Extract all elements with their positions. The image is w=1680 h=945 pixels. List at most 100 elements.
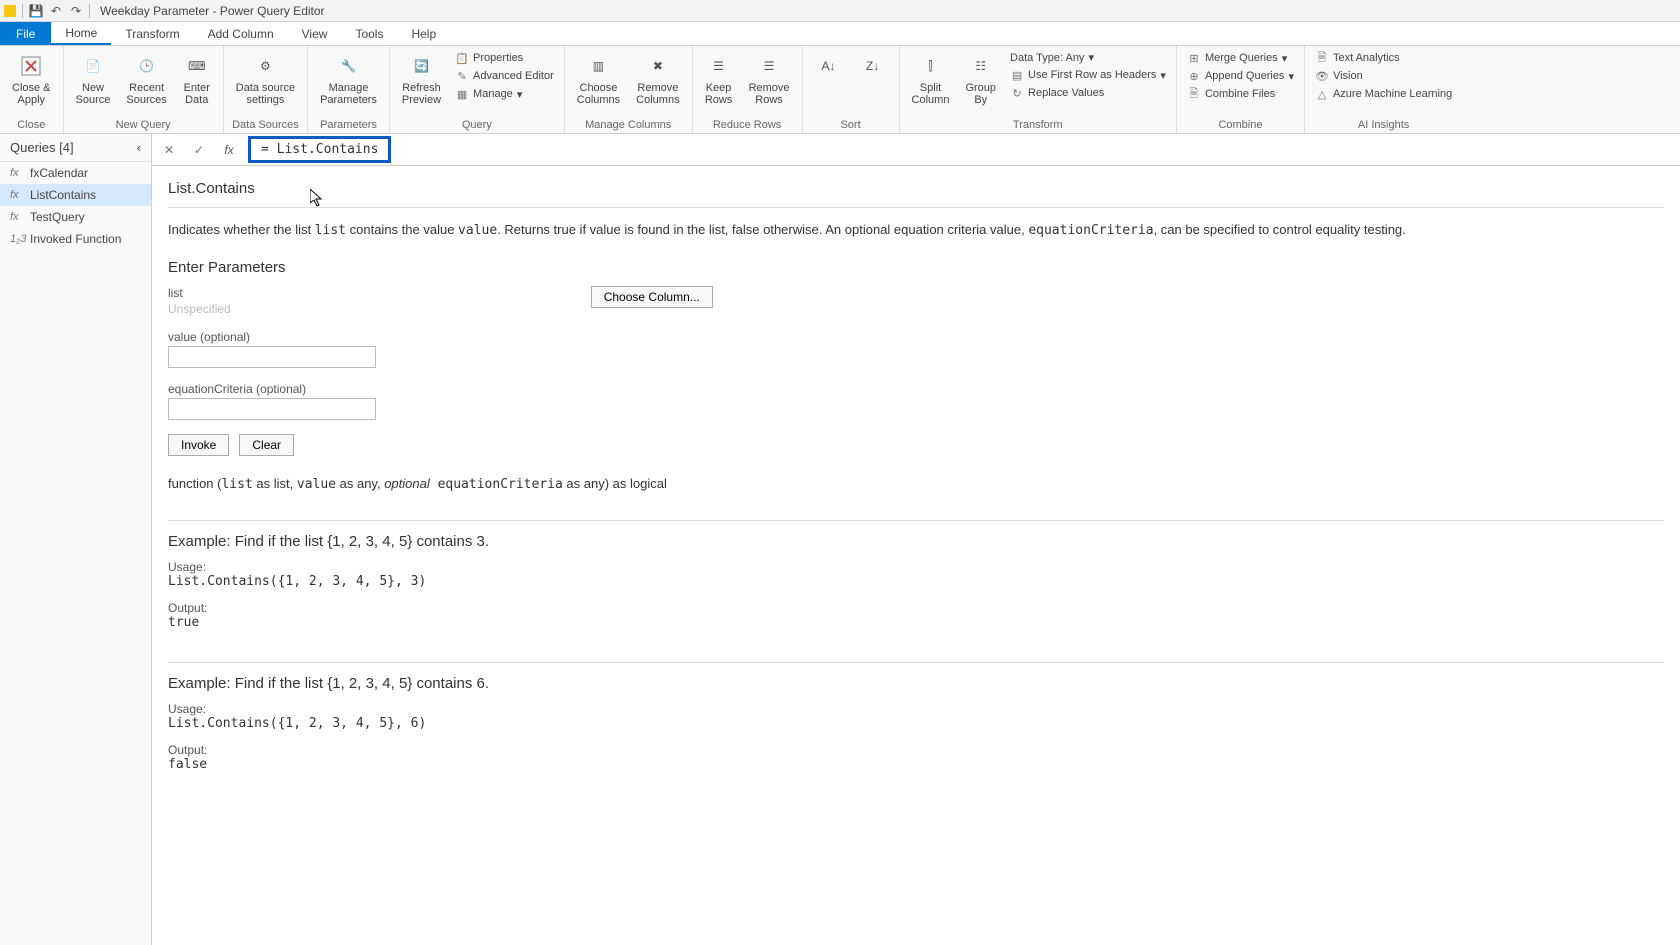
remove-rows-icon: ☰ (755, 52, 783, 80)
param-list-unspecified: Unspecified (168, 302, 231, 316)
properties-icon: 📋 (455, 51, 469, 65)
menu-file[interactable]: File (0, 22, 51, 45)
queries-pane: Queries [4] ‹ fxfxCalendar fxListContain… (0, 134, 152, 945)
ribbon-group-combine: ⊞Merge Queries ▾ ⊕Append Queries ▾ 🗎Comb… (1177, 46, 1305, 133)
param-value-input[interactable] (168, 346, 376, 368)
vision-button[interactable]: 👁Vision (1311, 68, 1456, 84)
save-icon[interactable]: 💾 (29, 4, 43, 18)
queries-header: Queries [4] ‹ (0, 134, 151, 162)
properties-button[interactable]: 📋Properties (451, 50, 558, 66)
function-name: List.Contains (168, 180, 1664, 197)
replace-values-button[interactable]: ↻Replace Values (1006, 85, 1170, 101)
remove-columns-icon: ✖ (644, 52, 672, 80)
example-1-output: true (168, 615, 1664, 630)
menu-tools[interactable]: Tools (341, 22, 397, 45)
collapse-icon[interactable]: ‹ (137, 140, 141, 155)
param-list-label: list (168, 286, 231, 300)
clear-button[interactable]: Clear (239, 434, 294, 456)
param-equation-criteria-input[interactable] (168, 398, 376, 420)
query-item-invoked-function[interactable]: 1₂3Invoked Function (0, 228, 151, 250)
example-2-output: false (168, 757, 1664, 772)
formula-accept-icon[interactable]: ✓ (188, 139, 210, 161)
fx-icon[interactable]: fx (218, 139, 240, 161)
ribbon-group-manage-columns: ▥Choose Columns ✖Remove Columns Manage C… (565, 46, 693, 133)
recent-sources-icon: 🕒 (133, 52, 161, 80)
function-icon: fx (10, 189, 24, 201)
combine-files-button[interactable]: 🗎Combine Files (1183, 86, 1298, 102)
undo-icon[interactable]: ↶ (49, 4, 63, 18)
formula-input[interactable]: = List.Contains (248, 136, 391, 163)
menu-add-column[interactable]: Add Column (194, 22, 288, 45)
formula-cancel-icon[interactable]: ✕ (158, 139, 180, 161)
invoke-button[interactable]: Invoke (168, 434, 229, 456)
text-analytics-button[interactable]: 🗎Text Analytics (1311, 50, 1456, 66)
aml-icon: △ (1315, 87, 1329, 101)
titlebar: 💾 ↶ ↷ Weekday Parameter - Power Query Ed… (0, 0, 1680, 22)
refresh-preview-button[interactable]: 🔄Refresh Preview (396, 50, 447, 108)
group-by-icon: ☷ (967, 52, 995, 80)
ribbon-group-query: 🔄Refresh Preview 📋Properties ✎Advanced E… (390, 46, 565, 133)
replace-icon: ↻ (1010, 86, 1024, 100)
function-description: Indicates whether the list list contains… (168, 220, 1664, 241)
menu-help[interactable]: Help (397, 22, 450, 45)
choose-column-button[interactable]: Choose Column... (591, 286, 713, 308)
ribbon-group-reduce-rows: ☰Keep Rows ☰Remove Rows Reduce Rows (693, 46, 803, 133)
example-2-code: List.Contains({1, 2, 3, 4, 5}, 6) (168, 716, 1664, 731)
sort-desc-button[interactable]: Z↓ (853, 50, 893, 82)
close-apply-button[interactable]: Close & Apply (6, 50, 57, 108)
remove-columns-button[interactable]: ✖Remove Columns (630, 50, 685, 108)
ribbon-group-close: Close & Apply Close (0, 46, 64, 133)
keep-rows-button[interactable]: ☰Keep Rows (699, 50, 739, 108)
sort-asc-icon: A↓ (815, 52, 843, 80)
app-icon (4, 5, 16, 17)
enter-data-icon: ⌨ (183, 52, 211, 80)
new-source-icon: 📄 (79, 52, 107, 80)
first-row-headers-button[interactable]: ▤Use First Row as Headers ▾ (1006, 67, 1170, 83)
choose-columns-button[interactable]: ▥Choose Columns (571, 50, 626, 108)
formula-bar: ✕ ✓ fx = List.Contains (152, 134, 1680, 166)
redo-icon[interactable]: ↷ (69, 4, 83, 18)
merge-queries-button[interactable]: ⊞Merge Queries ▾ (1183, 50, 1298, 66)
gear-icon: ⚙ (251, 52, 279, 80)
query-item-listcontains[interactable]: fxListContains (0, 184, 151, 206)
param-value-label: value (optional) (168, 330, 1664, 344)
choose-columns-icon: ▥ (584, 52, 612, 80)
sort-asc-button[interactable]: A↓ (809, 50, 849, 82)
menu-transform[interactable]: Transform (111, 22, 193, 45)
ribbon-group-parameters: 🔧Manage Parameters Parameters (308, 46, 390, 133)
example-2: Example: Find if the list {1, 2, 3, 4, 5… (168, 675, 1664, 772)
number-icon: 1₂3 (10, 233, 24, 245)
aml-button[interactable]: △Azure Machine Learning (1311, 86, 1456, 102)
group-by-button[interactable]: ☷Group By (959, 50, 1002, 108)
ribbon-group-sort: A↓ Z↓ Sort (803, 46, 900, 133)
split-column-button[interactable]: ⫿Split Column (906, 50, 956, 108)
example-1: Example: Find if the list {1, 2, 3, 4, 5… (168, 533, 1664, 630)
append-queries-button[interactable]: ⊕Append Queries ▾ (1183, 68, 1298, 84)
menu-home[interactable]: Home (51, 22, 111, 45)
ribbon-group-transform: ⫿Split Column ☷Group By Data Type: Any ▾… (900, 46, 1177, 133)
data-source-settings-button[interactable]: ⚙Data source settings (230, 50, 301, 108)
merge-icon: ⊞ (1187, 51, 1201, 65)
data-type-button[interactable]: Data Type: Any ▾ (1006, 50, 1170, 65)
recent-sources-button[interactable]: 🕒Recent Sources (120, 50, 172, 108)
ribbon: Close & Apply Close 📄New Source 🕒Recent … (0, 46, 1680, 134)
query-item-testquery[interactable]: fxTestQuery (0, 206, 151, 228)
refresh-icon: 🔄 (407, 52, 435, 80)
function-icon: fx (10, 167, 24, 179)
function-icon: fx (10, 211, 24, 223)
manage-icon: ▦ (455, 87, 469, 101)
ribbon-group-data-sources: ⚙Data source settings Data Sources (224, 46, 308, 133)
ribbon-group-new-query: 📄New Source 🕒Recent Sources ⌨Enter Data … (64, 46, 224, 133)
remove-rows-button[interactable]: ☰Remove Rows (743, 50, 796, 108)
menu-view[interactable]: View (288, 22, 342, 45)
example-1-heading: Example: Find if the list {1, 2, 3, 4, 5… (168, 533, 1664, 550)
menubar: File Home Transform Add Column View Tool… (0, 22, 1680, 46)
function-signature: function (list as list, value as any, op… (168, 476, 1664, 492)
manage-parameters-button[interactable]: 🔧Manage Parameters (314, 50, 383, 108)
manage-button[interactable]: ▦Manage ▾ (451, 86, 558, 102)
close-apply-icon (17, 52, 45, 80)
enter-data-button[interactable]: ⌨Enter Data (177, 50, 217, 108)
new-source-button[interactable]: 📄New Source (70, 50, 117, 108)
query-item-fxcalendar[interactable]: fxfxCalendar (0, 162, 151, 184)
advanced-editor-button[interactable]: ✎Advanced Editor (451, 68, 558, 84)
